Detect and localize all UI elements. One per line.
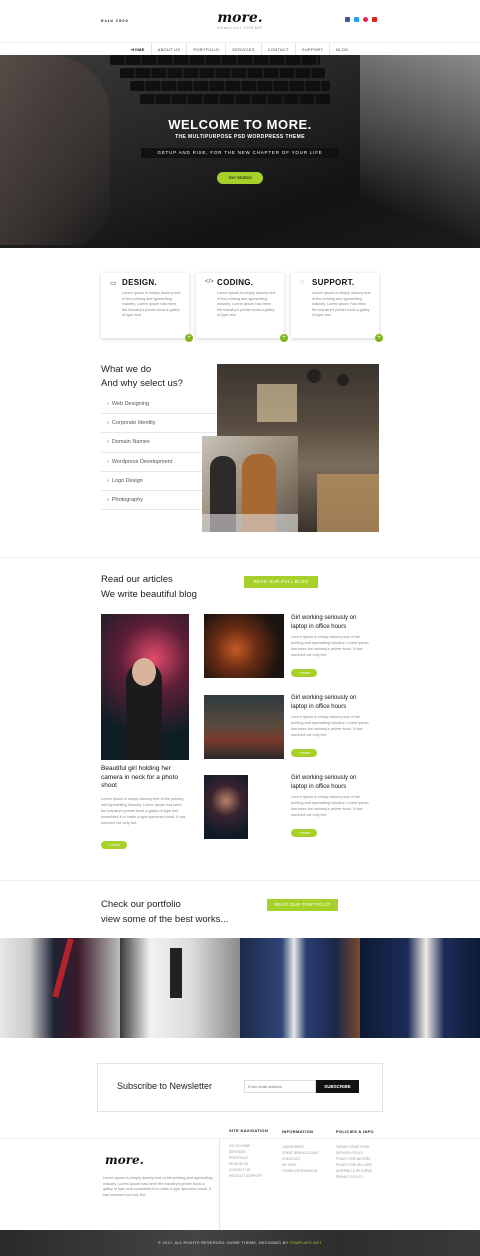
portfolio-image[interactable]	[0, 938, 120, 1038]
service-text: Lorem Ipsum is simply dummy text of the …	[217, 291, 276, 317]
site-tagline: Beautiful THEME	[217, 25, 263, 30]
hero-tagline-bar: GETUP AND RISE, FOR THE NEW CHAPTER OF Y…	[141, 148, 339, 158]
plus-icon[interactable]: +	[280, 334, 288, 342]
main-nav: HOME ABOUT US PORTFOLIO SERVICES CONTACT…	[0, 42, 480, 56]
pinterest-icon[interactable]	[363, 17, 368, 22]
nav-services[interactable]: SERVICES	[226, 42, 262, 56]
portfolio-image[interactable]	[240, 938, 360, 1038]
post-thumbnail[interactable]	[204, 695, 284, 759]
post-text: Lorem Ipsum is simply dummy text of the …	[291, 795, 369, 817]
site-logo[interactable]: more.	[0, 10, 480, 26]
nav-contact[interactable]: CONTACT	[262, 42, 296, 56]
twitter-icon[interactable]	[354, 17, 359, 22]
list-item[interactable]: Corporate Identity	[101, 414, 217, 434]
portfolio-image[interactable]	[360, 938, 480, 1038]
read-portfolio-button[interactable]: READ OUR PORTFOLIO	[267, 899, 338, 911]
service-card-coding: </> CODING. Lorem Ipsum is simply dummy …	[196, 273, 288, 342]
footer-link[interactable]: PRODUCT SUPPORT	[229, 1173, 268, 1179]
newsletter-title: Subscribe to Newsletter	[117, 1081, 213, 1091]
nav-support[interactable]: SUPPORT	[296, 42, 331, 56]
heading-line: We write beautiful blog	[101, 588, 197, 600]
read-full-blog-button[interactable]: READ OUR FULL BLOG	[244, 576, 318, 588]
more-button[interactable]: + more	[291, 829, 317, 837]
service-text: Lorem Ipsum is simply dummy text of the …	[312, 291, 371, 317]
portfolio-heading: Check our portfolio view some of the bes…	[101, 897, 228, 927]
nav-blog[interactable]: BLOG	[330, 43, 354, 56]
more-button[interactable]: + more	[101, 841, 127, 849]
section-divider	[0, 557, 480, 558]
more-button[interactable]: + more	[291, 749, 317, 757]
copyright-label: © 2017, ALL RIGHTS RESERVED. MORE THEME,…	[158, 1240, 289, 1245]
post-title[interactable]: Girl working seriously on laptop in offi…	[291, 774, 371, 791]
plus-icon[interactable]: +	[375, 334, 383, 342]
team-image	[202, 436, 298, 532]
chat-icon: ◌	[300, 279, 305, 286]
post-thumbnail[interactable]	[204, 614, 284, 678]
post-text: Lorem Ipsum is simply dummy text of the …	[291, 635, 369, 657]
footer-logo[interactable]: more.	[105, 1153, 144, 1167]
services-list: Web Designing Corporate Identity Domain …	[101, 395, 217, 511]
hero-subtitle: THE MULTIPURPOSE PSD WORDPRESS THEME	[175, 134, 305, 140]
section-divider	[0, 880, 480, 881]
blog-heading: Read our articles We write beautiful blo…	[101, 573, 197, 602]
youtube-icon[interactable]	[372, 17, 377, 22]
list-item[interactable]: Photography	[101, 491, 217, 511]
service-card-support: ◌ SUPPORT. Lorem Ipsum is simply dummy t…	[291, 273, 383, 342]
post-title[interactable]: Girl working seriously on laptop in offi…	[291, 614, 371, 631]
nav-home[interactable]: HOME	[125, 42, 152, 56]
service-title: SUPPORT.	[312, 278, 355, 287]
social-links	[345, 17, 377, 22]
nav-portfolio[interactable]: PORTFOLIO	[187, 42, 227, 56]
footer-column-divider	[219, 1138, 220, 1230]
post-text: Lorem Ipsum is simply dummy text of the …	[291, 715, 369, 737]
post-title[interactable]: Girl working seriously on laptop in offi…	[291, 694, 371, 711]
post-thumbnail[interactable]	[204, 775, 248, 839]
what-we-do-heading: What we do And why select us?	[101, 363, 183, 390]
heading-line: view some of the best works...	[101, 914, 229, 925]
featured-post-title[interactable]: Beautiful girl holding her camera in nec…	[101, 765, 191, 791]
code-icon: </>	[205, 279, 214, 285]
portfolio-image[interactable]	[120, 938, 240, 1038]
heading-line: What we do	[101, 364, 152, 375]
footer-heading: SITE NAVIGATION	[229, 1128, 269, 1133]
hero-title: WELCOME TO MORE.	[168, 117, 312, 132]
more-button[interactable]: + more	[291, 669, 317, 677]
plus-icon[interactable]: +	[185, 334, 193, 342]
footer-site-navigation: SITE NAVIGATION GO TO HOME SERVICES PORT…	[229, 1128, 268, 1179]
list-item[interactable]: Wordpress Development	[101, 453, 217, 472]
list-item[interactable]: Logo Design	[101, 472, 217, 491]
copyright-text: © 2017, ALL RIGHTS RESERVED. MORE THEME,…	[0, 1240, 480, 1245]
heading-line: Read our articles	[101, 574, 173, 585]
service-card-design: ▭ DESIGN. Lorem Ipsum is simply dummy te…	[101, 273, 193, 342]
facebook-icon[interactable]	[345, 17, 350, 22]
subscribe-button[interactable]: SUBSCRIBE	[316, 1080, 359, 1093]
monitor-icon: ▭	[110, 280, 117, 287]
footer-heading: INFORMATION	[282, 1129, 314, 1134]
footer-link[interactable]: OTHER INFORMATION	[282, 1168, 319, 1174]
footer-policies: POLICIES & INFO TERMS CONDITIONS SERVICE…	[336, 1128, 374, 1180]
footer-information: INFORMATION LEARN MORE CREAT NEW ACCOUNT…	[282, 1128, 319, 1174]
list-item[interactable]: Web Designing	[101, 395, 217, 415]
newsletter-email-input[interactable]	[244, 1080, 316, 1093]
designer-link[interactable]: TEMPLATE.NET	[290, 1240, 322, 1245]
service-title: DESIGN.	[122, 278, 157, 287]
service-title: CODING.	[217, 278, 254, 287]
footer-heading: POLICIES & INFO	[336, 1129, 374, 1134]
heading-line: And why select us?	[101, 377, 183, 389]
list-item[interactable]: Domain Names	[101, 433, 217, 453]
featured-post-text: Lorem Ipsum is simply dummy text of the …	[101, 797, 186, 825]
footer-about-text: Lorem Ipsum is simply dummy text of the …	[103, 1176, 213, 1197]
service-text: Lorem Ipsum is simply dummy text of the …	[122, 291, 181, 317]
heading-line: Check our portfolio	[101, 899, 181, 910]
get-started-button[interactable]: Get Started	[217, 172, 263, 184]
footer-link[interactable]: PRIVACY POLICY	[336, 1174, 374, 1180]
nav-about-us[interactable]: ABOUT US	[152, 42, 188, 56]
featured-post-image[interactable]	[101, 614, 189, 760]
